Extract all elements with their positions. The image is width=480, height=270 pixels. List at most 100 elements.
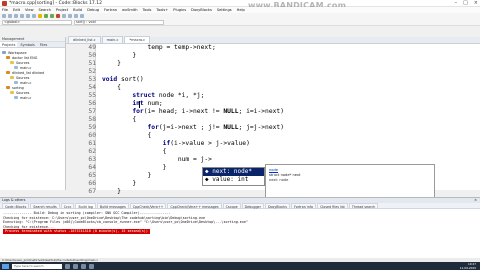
autocomplete-item[interactable]: ◆ next: node* xyxy=(203,168,264,176)
line-number: 61 xyxy=(88,140,96,147)
abort-icon[interactable] xyxy=(56,14,60,18)
save-icon[interactable] xyxy=(14,14,18,18)
step-into-icon[interactable] xyxy=(74,14,78,18)
menu-item-build[interactable]: Build xyxy=(73,8,82,12)
logs-tab[interactable]: Cccc xyxy=(60,203,75,209)
code-line: 59 for(j=i->next ; j!= NULL; j=j->next) xyxy=(88,124,480,132)
editor-tab[interactable]: main.c xyxy=(101,36,124,43)
taskbar-search[interactable]: Type here to search xyxy=(12,263,62,269)
file-icon xyxy=(14,81,18,84)
logs-tab[interactable]: Build log xyxy=(75,203,96,209)
build-icon[interactable] xyxy=(38,14,42,18)
new-file-icon[interactable] xyxy=(2,14,6,18)
close-icon[interactable]: × xyxy=(474,0,478,6)
code-line: 54 { xyxy=(88,84,480,92)
codeblocks-taskbar-icon[interactable] xyxy=(89,263,94,269)
step-icon[interactable] xyxy=(68,14,72,18)
editor-tabs: dlinked_list.c main.c *macro.c xyxy=(66,36,480,44)
code-line: 49 temp = temp->next; xyxy=(88,44,480,52)
logs-tab[interactable]: Debugger xyxy=(241,203,264,209)
logs-tab[interactable]: CppCheck/Vera++ messages xyxy=(167,203,222,209)
logs-tab[interactable]: Cscope xyxy=(222,203,241,209)
menu-item-wxsmith[interactable]: wxSmith xyxy=(122,8,138,12)
logs-tab[interactable]: Thread search xyxy=(348,203,379,209)
menu-item-file[interactable]: File xyxy=(2,8,8,12)
logs-tab[interactable]: DoxyBlocks xyxy=(264,203,290,209)
redo-icon[interactable] xyxy=(32,14,36,18)
menu-item-tools[interactable]: Tools xyxy=(143,8,152,12)
code-completion-toolbar: <global> sort() : void xyxy=(0,19,480,26)
step-out-icon[interactable] xyxy=(80,14,84,18)
tab-projects[interactable]: Projects xyxy=(0,42,18,47)
windows-start-icon[interactable] xyxy=(2,263,9,269)
menu-item-project[interactable]: Project xyxy=(56,8,68,12)
debug-icon[interactable] xyxy=(62,14,66,18)
logs-tab[interactable]: Code::Blocks xyxy=(2,203,30,209)
doc-title-link[interactable]: node xyxy=(269,168,431,172)
line-number: 60 xyxy=(88,132,96,139)
logs-tab[interactable]: CppCheck/Vera++ xyxy=(129,203,167,209)
file-icon xyxy=(14,96,18,99)
editor-tab[interactable]: *macro.c xyxy=(124,36,151,43)
logs-tab[interactable]: Build messages xyxy=(96,203,129,209)
code-line: 58 { xyxy=(88,116,480,124)
tree-item-label: main.c xyxy=(20,80,32,85)
text-cursor xyxy=(139,101,140,108)
menu-item-fortran[interactable]: Fortran xyxy=(104,8,117,12)
save-all-icon[interactable] xyxy=(20,14,24,18)
keyword-token: for xyxy=(132,108,144,115)
keyword-token: void xyxy=(102,76,118,83)
menu-item-doxyblocks[interactable]: DoxyBlocks xyxy=(191,8,212,12)
autocomplete-list[interactable]: ◆ next: node* ◆ value: int xyxy=(202,167,265,186)
logs-tab[interactable]: Closed files list xyxy=(317,203,348,209)
tree-item-label: Sources xyxy=(16,75,30,80)
menu-item-search[interactable]: Search xyxy=(39,8,51,12)
task-view-icon[interactable] xyxy=(65,263,70,269)
tab-symbols[interactable]: Symbols xyxy=(18,42,36,47)
line-number: 53 xyxy=(88,76,96,83)
code-line: 52 xyxy=(88,68,480,76)
codeblocks-icon xyxy=(2,0,7,6)
line-number: 65 xyxy=(88,172,96,179)
file-icon xyxy=(14,66,18,69)
line-number: 63 xyxy=(88,156,96,163)
line-number: 56 xyxy=(88,100,96,107)
project-icon xyxy=(2,51,6,54)
menu-item-settings[interactable]: Settings xyxy=(217,8,232,12)
menu-item-plugins[interactable]: Plugins xyxy=(173,8,186,12)
project-icon xyxy=(6,71,10,74)
project-icon xyxy=(6,56,10,59)
run-icon[interactable] xyxy=(44,14,48,18)
logs-tab[interactable]: Fortran info xyxy=(290,203,317,209)
open-file-icon[interactable] xyxy=(8,14,12,18)
windows-taskbar: Type here to search 19:27 11-09-2020 xyxy=(0,262,480,270)
build-run-icon[interactable] xyxy=(50,14,54,18)
minimize-icon[interactable]: – xyxy=(455,0,458,6)
scope-select[interactable]: <global> xyxy=(2,19,72,25)
code-line: 61 if(i->value > j->value) xyxy=(88,140,480,148)
browser-icon[interactable] xyxy=(81,263,86,269)
line-number: 57 xyxy=(88,108,96,115)
menu-item-debug[interactable]: Debug xyxy=(87,8,99,12)
autocomplete-item[interactable]: ◆ value: int xyxy=(203,176,264,184)
code-line: 53 void sort() xyxy=(88,76,480,84)
tree-item-label: main.c xyxy=(20,65,32,70)
menu-item-tools-[interactable]: Tools+ xyxy=(156,8,168,12)
log-line: Process terminated with status -10737415… xyxy=(3,229,477,234)
logs-close-icon[interactable]: × xyxy=(474,198,477,203)
taskbar-clock: 19:27 11-09-2020 xyxy=(460,262,476,270)
line-number: 66 xyxy=(88,180,96,187)
window-title: *macro.cpp[sorting] - Code::Blocks 17.12 xyxy=(9,0,102,6)
tab-files[interactable]: Files xyxy=(38,42,49,47)
logs-tab[interactable]: Search results xyxy=(30,203,60,209)
menu-item-edit[interactable]: Edit xyxy=(13,8,20,12)
file-explorer-icon[interactable] xyxy=(73,263,78,269)
maximize-icon[interactable]: □ xyxy=(463,0,468,6)
editor-tab[interactable]: dlinked_list.c xyxy=(68,36,101,43)
undo-icon[interactable] xyxy=(26,14,30,18)
tree-item[interactable]: main.c xyxy=(2,95,65,100)
function-select[interactable]: sort() : void xyxy=(74,19,164,25)
folder-icon xyxy=(10,91,14,94)
menu-item-view[interactable]: View xyxy=(25,8,34,12)
menu-item-help[interactable]: Help xyxy=(237,8,245,12)
